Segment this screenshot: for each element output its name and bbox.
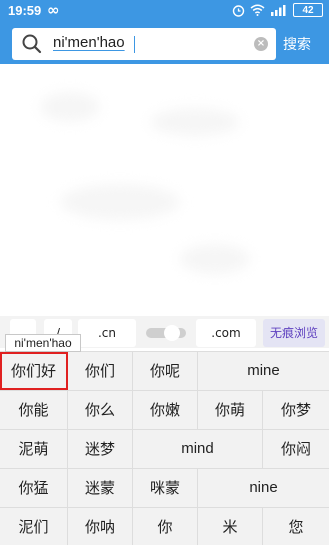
candidate[interactable]: 你萌	[198, 391, 263, 429]
status-time: 19:59	[8, 3, 42, 18]
status-bar: 19:59 ∞ 42	[0, 0, 329, 22]
candidate-row: 你猛 迷蒙 咪蒙 nine	[0, 468, 329, 507]
battery-icon: 42	[293, 3, 323, 17]
search-header: ni'men'hao × 搜索	[0, 22, 329, 64]
faded-element	[150, 108, 240, 136]
wifi-icon	[250, 4, 265, 16]
alarm-icon	[232, 4, 245, 17]
search-query: ni'men'hao	[53, 34, 125, 51]
candidate-nimenhao[interactable]: 你们好	[0, 352, 68, 390]
candidate[interactable]: 泥萌	[0, 430, 68, 468]
candidate[interactable]: 迷蒙	[68, 469, 133, 507]
infinity-icon: ∞	[47, 1, 60, 19]
candidate[interactable]: 咪蒙	[133, 469, 198, 507]
candidate[interactable]: 你呐	[68, 508, 133, 545]
candidate[interactable]: 你闷	[263, 430, 329, 468]
candidate[interactable]: mind	[133, 430, 263, 468]
candidate[interactable]: 你猛	[0, 469, 68, 507]
candidate[interactable]: 你们	[68, 352, 133, 390]
pinyin-composition: ni'men'hao	[5, 334, 81, 352]
chip-cn[interactable]: .cn	[78, 319, 136, 347]
status-icons: 42	[232, 3, 323, 17]
candidate[interactable]: 你呢	[133, 352, 198, 390]
candidate[interactable]: 迷梦	[68, 430, 133, 468]
search-button[interactable]: 搜索	[283, 34, 311, 54]
candidate-row: 泥们 你呐 你 米 您	[0, 507, 329, 545]
candidate[interactable]: nine	[198, 469, 329, 507]
toggle-icon[interactable]	[146, 325, 186, 341]
candidate-row: 泥萌 迷梦 mind 你闷	[0, 429, 329, 468]
search-icon	[22, 34, 42, 54]
candidate[interactable]: 你嫩	[133, 391, 198, 429]
candidate-panel: 你们好 你们 你呢 mine 你能 你么 你嫩 你萌 你梦 泥萌 迷梦 mind…	[0, 351, 329, 545]
candidate[interactable]: 你么	[68, 391, 133, 429]
candidate-row: 你们好 你们 你呢 mine	[0, 351, 329, 390]
chip-com[interactable]: .com	[196, 319, 256, 347]
faded-element	[40, 92, 100, 122]
candidate[interactable]: 泥们	[0, 508, 68, 545]
candidate[interactable]: 你能	[0, 391, 68, 429]
signal-icon	[271, 5, 286, 16]
incognito-button[interactable]: 无痕浏览	[263, 319, 325, 347]
candidate-row: 你能 你么 你嫩 你萌 你梦	[0, 390, 329, 429]
faded-element	[60, 184, 180, 220]
candidate[interactable]: 您	[263, 508, 329, 545]
faded-element	[180, 244, 250, 274]
candidate[interactable]: 米	[198, 508, 263, 545]
candidate[interactable]: 你梦	[263, 391, 329, 429]
candidate[interactable]: mine	[198, 352, 329, 390]
search-input[interactable]: ni'men'hao ×	[12, 28, 276, 60]
page-content	[0, 64, 329, 316]
clear-icon[interactable]: ×	[254, 37, 268, 51]
candidate[interactable]: 你	[133, 508, 198, 545]
text-cursor	[134, 36, 135, 53]
